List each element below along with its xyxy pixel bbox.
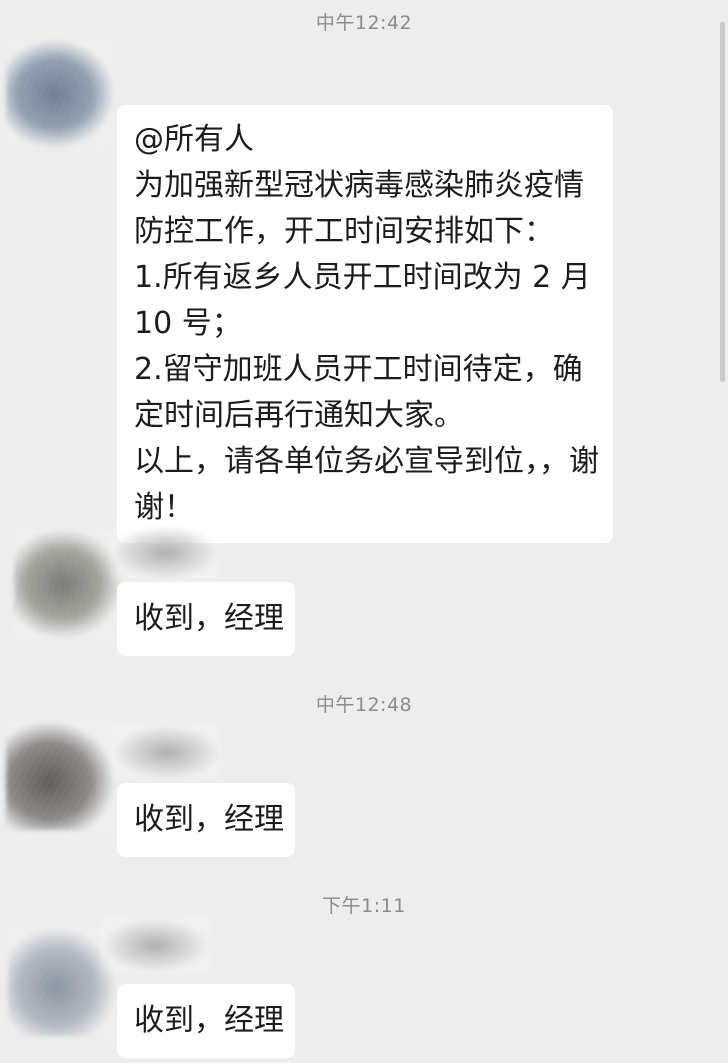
message-line: 定时间后再行通知大家。 <box>134 398 464 433</box>
timestamp: 下午1:11 <box>322 895 406 917</box>
chat-area: 中午12:42 @所有人 为加强新型冠状病毒感染肺炎疫情 防控工作，开工时间安排… <box>0 0 728 1063</box>
avatar[interactable] <box>6 722 114 830</box>
message-line: @所有人 <box>134 122 254 157</box>
sender-name <box>110 525 220 580</box>
message-line: 防控工作，开工时间安排如下： <box>134 214 554 249</box>
timestamp: 中午12:42 <box>315 12 413 34</box>
avatar[interactable] <box>6 40 114 148</box>
message-line: 以上，请各单位务必宣导到位，，谢 <box>134 444 599 479</box>
message-line: 为加强新型冠状病毒感染肺炎疫情 <box>134 168 584 203</box>
message-line: 2.留守加班人员开工时间待定，确 <box>134 352 583 387</box>
sender-name <box>112 725 222 780</box>
message-bubble[interactable]: 收到，经理 <box>117 984 295 1058</box>
message-line: 1.所有返乡人员开工时间改为 2 月 <box>134 260 591 295</box>
message-bubble-announcement[interactable]: @所有人 为加强新型冠状病毒感染肺炎疫情 防控工作，开工时间安排如下： 1.所有… <box>117 105 613 543</box>
sender-name <box>100 918 210 973</box>
message-text: 收到，经理 <box>134 1003 284 1038</box>
message-text: 收到，经理 <box>134 802 284 837</box>
scrollbar[interactable] <box>720 22 725 382</box>
message-bubble[interactable]: 收到，经理 <box>117 783 295 857</box>
message-bubble[interactable]: 收到，经理 <box>117 582 295 656</box>
avatar[interactable] <box>14 530 122 638</box>
message-line: 10 号； <box>134 306 242 341</box>
timestamp: 中午12:48 <box>315 694 413 716</box>
message-text: 收到，经理 <box>134 601 284 636</box>
